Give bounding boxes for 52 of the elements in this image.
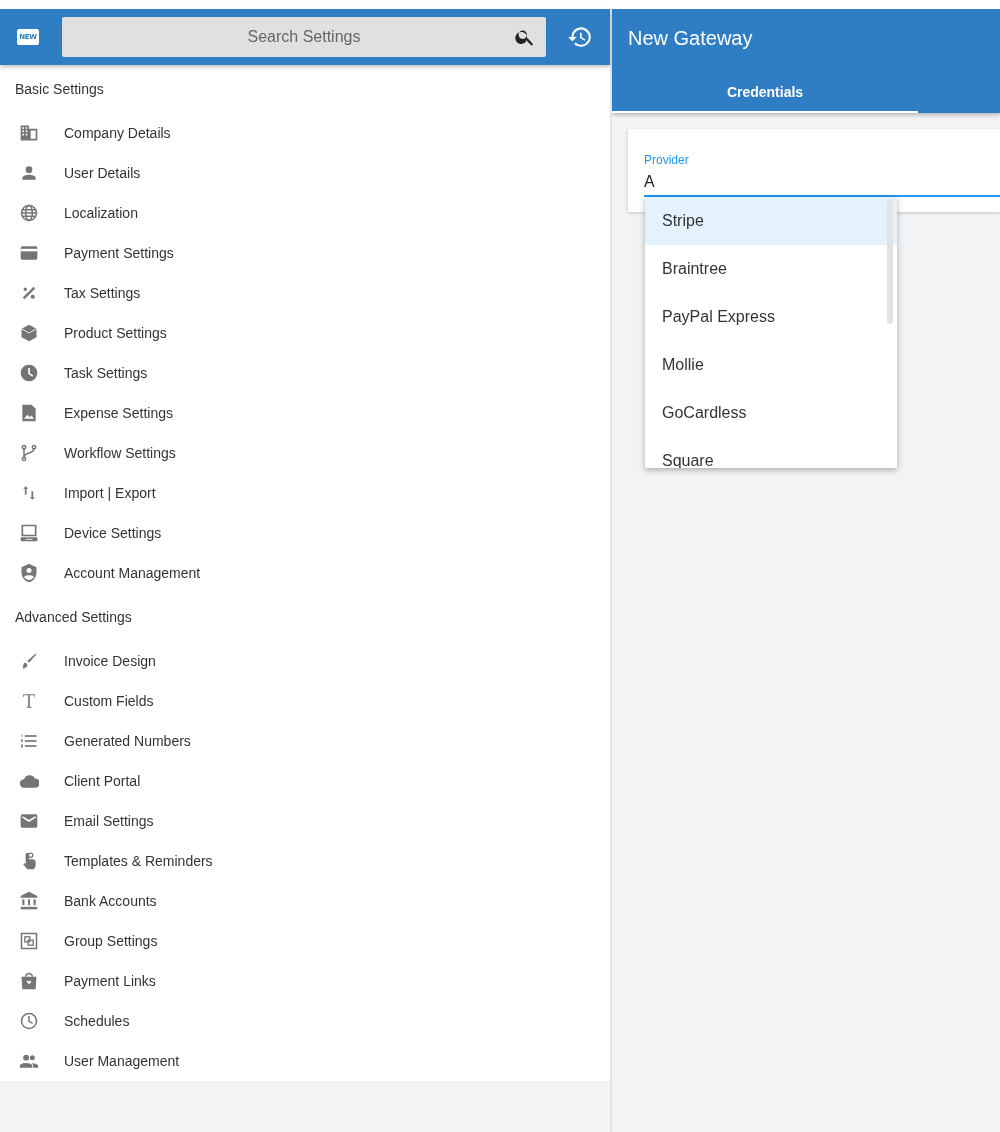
settings-item[interactable]: Product Settings <box>0 313 610 353</box>
settings-item[interactable]: Schedules <box>0 1001 610 1041</box>
settings-item[interactable]: Invoice Design <box>0 641 610 681</box>
dropdown-option[interactable]: Braintree <box>645 245 897 293</box>
section-heading: Basic Settings <box>14 80 105 99</box>
bank-icon <box>19 891 39 911</box>
laptop-icon <box>19 523 39 543</box>
settings-item[interactable]: Client Portal <box>0 761 610 801</box>
settings-item[interactable]: Tax Settings <box>0 273 610 313</box>
settings-item[interactable]: Import | Export <box>0 473 610 513</box>
image-icon <box>19 403 39 423</box>
settings-item[interactable]: Generated Numbers <box>0 721 610 761</box>
settings-item[interactable]: Workflow Settings <box>0 433 610 473</box>
settings-item[interactable]: Email Settings <box>0 801 610 841</box>
clock-icon <box>19 1011 39 1031</box>
settings-item[interactable]: Bank Accounts <box>0 881 610 921</box>
tab[interactable]: Credentials <box>612 73 918 113</box>
field-label: Provider <box>644 153 689 167</box>
dropdown-option[interactable]: Mollie <box>645 341 897 389</box>
settings-item[interactable]: Expense Settings <box>0 393 610 433</box>
cube-icon <box>19 323 39 343</box>
settings-item[interactable]: Task Settings <box>0 353 610 393</box>
settings-item[interactable]: Payment Settings <box>0 233 610 273</box>
settings-item[interactable]: User Management <box>0 1041 610 1081</box>
dropdown-option[interactable]: Stripe <box>645 197 897 245</box>
bag-icon <box>19 971 39 991</box>
squares-icon <box>19 931 39 951</box>
envelope-icon <box>19 811 39 831</box>
settings-item[interactable]: Localization <box>0 193 610 233</box>
settings-item[interactable]: Custom Fields <box>0 681 610 721</box>
history-icon[interactable] <box>567 24 593 50</box>
credit-card-icon <box>19 243 39 263</box>
section-heading: Advanced Settings <box>14 608 133 627</box>
building-icon <box>19 123 39 143</box>
settings-item[interactable]: Group Settings <box>0 921 610 961</box>
scrollbar[interactable] <box>887 199 893 324</box>
settings-item[interactable]: Company Details <box>0 113 610 153</box>
globe-icon <box>19 203 39 223</box>
clock-icon <box>19 363 39 383</box>
settings-item[interactable]: User Details <box>0 153 610 193</box>
panel-title: New Gateway <box>627 26 754 49</box>
settings-item[interactable]: Device Settings <box>0 513 610 553</box>
dropdown-option[interactable]: PayPal Express <box>645 293 897 341</box>
provider-field[interactable]: Provider A <box>644 153 1000 197</box>
settings-item[interactable]: Templates & Reminders <box>0 841 610 881</box>
dropdown-option[interactable]: GoCardless <box>645 389 897 437</box>
branch-icon <box>19 443 39 463</box>
settings-item[interactable]: Payment Links <box>0 961 610 1001</box>
settings-item[interactable]: Account Management <box>0 553 610 593</box>
search-field[interactable]: Search Settings <box>62 17 546 57</box>
person-icon <box>19 163 39 183</box>
shield-icon <box>19 563 39 583</box>
